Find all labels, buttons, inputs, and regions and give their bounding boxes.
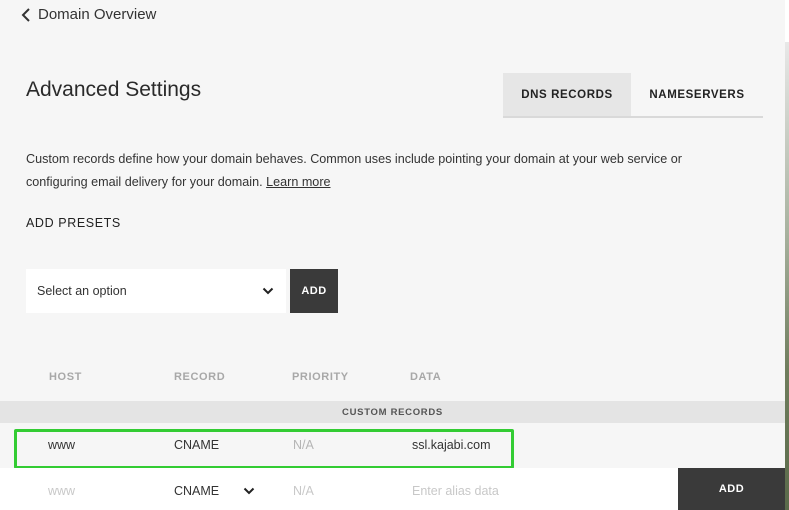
background-photo — [785, 42, 789, 510]
chevron-down-icon — [262, 287, 274, 295]
table-row[interactable]: www CNAME N/A ssl.kajabi.com — [0, 423, 785, 467]
column-header-host: HOST — [49, 371, 82, 383]
add-preset-button[interactable]: ADD — [290, 269, 338, 313]
chevron-left-icon — [21, 7, 30, 22]
preset-select-value: Select an option — [37, 284, 127, 298]
tab-dns-records[interactable]: DNS RECORDS — [503, 73, 631, 116]
preset-select[interactable]: Select an option — [26, 269, 286, 313]
settings-panel: Domain Overview Advanced Settings DNS RE… — [0, 0, 785, 510]
new-record-type-value: CNAME — [174, 484, 220, 498]
chevron-down-icon — [243, 487, 255, 495]
tab-bar: DNS RECORDS NAMESERVERS — [503, 73, 763, 118]
column-header-record: RECORD — [174, 371, 226, 383]
column-header-priority: PRIORITY — [292, 371, 349, 383]
row-host: www — [48, 438, 76, 452]
column-header-data: DATA — [410, 371, 442, 383]
section-label: CUSTOM RECORDS — [342, 406, 443, 418]
back-link-label: Domain Overview — [38, 6, 157, 23]
tab-nameservers[interactable]: NAMESERVERS — [631, 73, 763, 116]
new-record-row: www CNAME N/A Enter alias data — [0, 468, 678, 510]
row-record: CNAME — [174, 438, 220, 452]
page-title: Advanced Settings — [26, 78, 202, 101]
description-text: Custom records define how your domain be… — [26, 152, 682, 189]
description: Custom records define how your domain be… — [26, 148, 716, 194]
learn-more-link[interactable]: Learn more — [266, 175, 330, 189]
new-host-input[interactable]: www — [48, 484, 75, 498]
add-presets-heading: ADD PRESETS — [26, 216, 121, 230]
add-record-button[interactable]: ADD — [678, 468, 785, 510]
background-edge — [785, 0, 789, 510]
row-priority: N/A — [293, 438, 314, 452]
new-record-type-select[interactable]: CNAME — [174, 484, 255, 498]
new-priority-input[interactable]: N/A — [293, 484, 314, 498]
row-data: ssl.kajabi.com — [412, 438, 491, 452]
back-link[interactable]: Domain Overview — [20, 6, 156, 23]
custom-records-section: CUSTOM RECORDS — [0, 401, 785, 423]
new-data-input[interactable]: Enter alias data — [412, 484, 499, 498]
